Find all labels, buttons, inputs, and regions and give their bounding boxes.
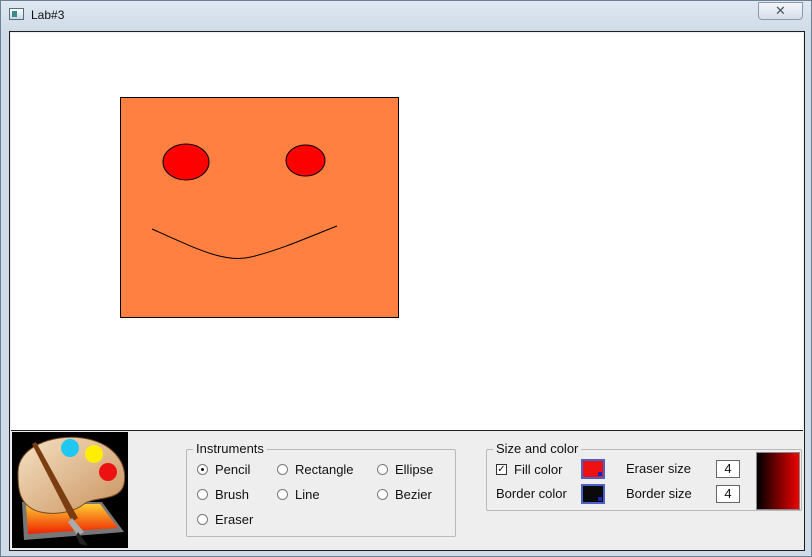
ellipse-radio[interactable]: [377, 464, 388, 475]
border-size-field[interactable]: 4: [716, 485, 740, 503]
eraser-size-label: Eraser size: [626, 461, 692, 476]
drawing-canvas[interactable]: [11, 33, 803, 431]
line-radio[interactable]: [277, 489, 288, 500]
window-title: Lab#3: [31, 8, 65, 22]
size-color-legend: Size and color: [493, 442, 582, 456]
pencil-radio[interactable]: [197, 464, 208, 475]
line-label: Line: [295, 487, 320, 502]
close-button[interactable]: ✕: [758, 2, 803, 20]
border-color-swatch-marker: [598, 497, 602, 501]
instruments-legend: Instruments: [193, 442, 267, 456]
paint-palette-logo: [12, 432, 128, 548]
brush-label: Brush: [215, 487, 249, 502]
app-window-icon: [9, 8, 24, 20]
rectangle-label: Rectangle: [295, 462, 354, 477]
size-color-group: Size and color ✓ Fill color Border color…: [486, 442, 802, 511]
border-color-swatch[interactable]: [581, 484, 605, 504]
border-size-label: Border size: [626, 486, 692, 501]
tool-panel: Instruments Pencil Rectangle Ellipse Bru…: [11, 432, 803, 548]
app-window: Lab#3 ✕ Instruments Pencil Rectangle Ell…: [0, 0, 812, 557]
eraser-radio[interactable]: [197, 514, 208, 525]
client-area: Instruments Pencil Rectangle Ellipse Bru…: [9, 31, 805, 551]
border-color-label: Border color: [496, 486, 567, 501]
canvas-drawing: [120, 97, 399, 318]
rectangle-radio[interactable]: [277, 464, 288, 475]
bezier-radio[interactable]: [377, 489, 388, 500]
pencil-label: Pencil: [215, 462, 251, 477]
ellipse-label: Ellipse: [395, 462, 434, 477]
title-bar[interactable]: Lab#3 ✕: [1, 1, 811, 29]
face-rectangle: [120, 97, 399, 318]
fill-color-swatch-marker: [598, 472, 602, 476]
brush-radio[interactable]: [197, 489, 208, 500]
right-eye-ellipse: [285, 144, 326, 177]
eraser-size-field[interactable]: 4: [716, 460, 740, 478]
fill-color-checkbox[interactable]: ✓: [496, 464, 507, 475]
bezier-label: Bezier: [395, 487, 432, 502]
eraser-label: Eraser: [215, 512, 254, 527]
color-preview: [756, 452, 800, 510]
instruments-group: Instruments Pencil Rectangle Ellipse Bru…: [186, 442, 456, 537]
fill-color-label: Fill color: [514, 462, 563, 477]
left-eye-ellipse: [162, 143, 210, 181]
fill-color-swatch[interactable]: [581, 459, 605, 479]
